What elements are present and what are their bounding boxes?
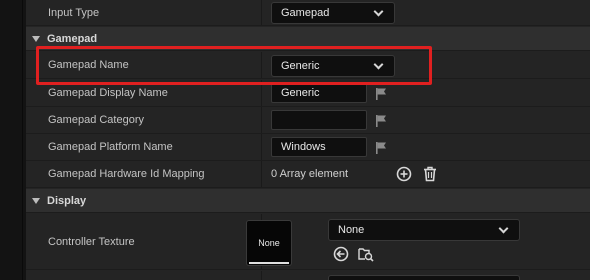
input-type-dropdown[interactable]: Gamepad xyxy=(271,2,395,24)
gamepad-platform-name-value: Windows xyxy=(281,141,326,153)
left-gutter xyxy=(0,0,26,280)
details-panel: Input Type Gamepad Gamepad Gamepad Name … xyxy=(26,0,590,280)
row-next-partial xyxy=(26,271,590,280)
gamepad-platform-name-label: Gamepad Platform Name xyxy=(48,141,173,153)
controller-texture-value: None xyxy=(338,224,365,236)
trash-icon[interactable] xyxy=(421,165,439,183)
flag-icon[interactable] xyxy=(375,141,387,155)
column-divider xyxy=(261,271,262,280)
row-gamepad-platform-name: Gamepad Platform Name Windows xyxy=(26,134,590,161)
highlight-box xyxy=(36,46,432,85)
row-input-type: Input Type Gamepad xyxy=(26,0,590,26)
next-dropdown-partial[interactable] xyxy=(328,275,520,280)
flag-icon[interactable] xyxy=(375,114,387,128)
chevron-down-icon xyxy=(373,6,384,17)
input-type-label: Input Type xyxy=(48,7,100,19)
row-controller-texture: Controller Texture None xyxy=(26,214,590,270)
section-display-title: Display xyxy=(47,195,87,207)
input-type-value: Gamepad xyxy=(281,7,330,19)
gamepad-hardware-id-mapping-label: Gamepad Hardware Id Mapping xyxy=(48,168,205,180)
gamepad-display-name-input[interactable]: Generic xyxy=(271,83,367,103)
flag-icon[interactable] xyxy=(375,87,387,101)
controller-texture-label: Controller Texture xyxy=(48,236,135,248)
column-divider xyxy=(261,0,262,25)
row-gamepad-category: Gamepad Category xyxy=(26,107,590,134)
gamepad-display-name-value: Generic xyxy=(281,87,320,99)
array-element-count: 0 Array element xyxy=(271,168,349,180)
column-divider xyxy=(261,134,262,160)
gutter-divider xyxy=(22,0,23,280)
column-divider xyxy=(261,107,262,133)
row-gamepad-hardware-id-mapping: Gamepad Hardware Id Mapping 0 Array elem… xyxy=(26,161,590,188)
gamepad-platform-name-input[interactable]: Windows xyxy=(271,137,367,157)
arrow-left-circle-icon[interactable] xyxy=(332,245,350,263)
column-divider xyxy=(261,161,262,187)
gamepad-category-label: Gamepad Category xyxy=(48,114,144,126)
add-icon[interactable] xyxy=(395,165,413,183)
thumbnail-underline xyxy=(249,262,289,264)
section-display[interactable]: Display xyxy=(26,189,590,213)
thumbnail-label: None xyxy=(258,238,280,248)
gamepad-category-input[interactable] xyxy=(271,110,367,130)
collapse-arrow-icon[interactable] xyxy=(32,36,40,42)
controller-texture-thumbnail[interactable]: None xyxy=(246,220,292,266)
browse-folder-icon[interactable] xyxy=(357,245,375,263)
chevron-down-icon xyxy=(498,223,509,234)
controller-texture-dropdown[interactable]: None xyxy=(328,219,520,241)
collapse-arrow-icon[interactable] xyxy=(32,198,40,204)
